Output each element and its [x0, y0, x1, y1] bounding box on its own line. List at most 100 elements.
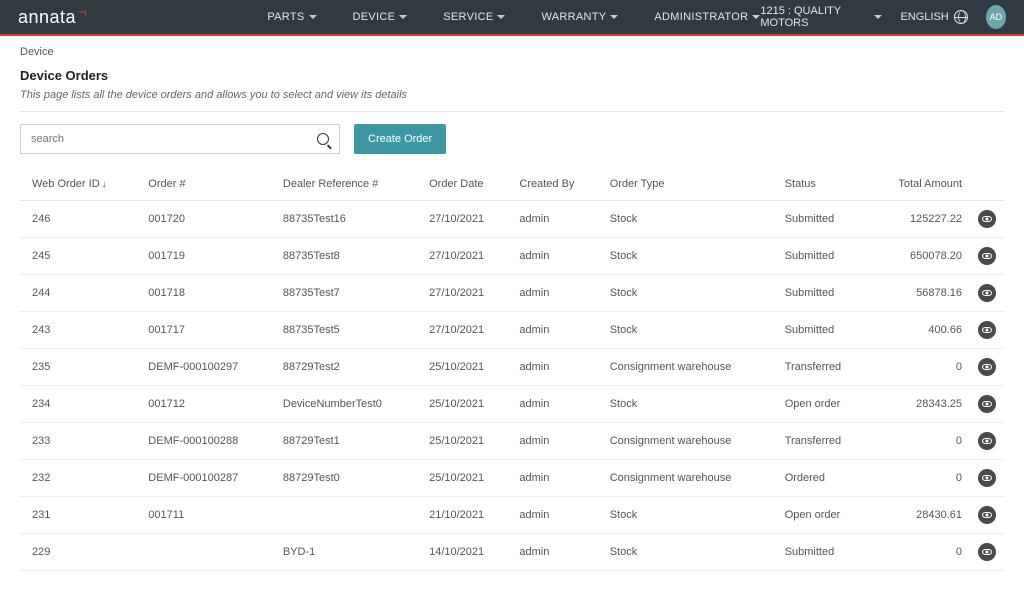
nav-item-parts[interactable]: PARTS — [267, 11, 316, 23]
view-icon[interactable] — [978, 358, 996, 376]
cell-created-by: admin — [511, 386, 601, 423]
view-icon[interactable] — [978, 247, 996, 265]
cell-status: Open order — [777, 386, 869, 423]
view-icon[interactable] — [978, 395, 996, 413]
table-row[interactable]: 235DEMF-00010029788729Test225/10/2021adm… — [20, 349, 1004, 386]
breadcrumb: Device — [0, 34, 1024, 68]
cell-status: Open order — [777, 497, 869, 534]
cell-web-order-id: 234 — [20, 386, 140, 423]
cell-total: 0 — [869, 534, 970, 571]
cell-order-date: 25/10/2021 — [421, 423, 511, 460]
cell-total: 28430.61 — [869, 497, 970, 534]
cell-order-date: 27/10/2021 — [421, 312, 511, 349]
nav-item-service[interactable]: SERVICE — [443, 11, 505, 23]
cell-total: 0 — [869, 349, 970, 386]
nav-item-device[interactable]: DEVICE — [353, 11, 408, 23]
cell-order-type: Stock — [602, 386, 777, 423]
avatar[interactable]: AD — [986, 5, 1006, 29]
chevron-down-icon — [610, 15, 618, 19]
search-input[interactable] — [31, 133, 317, 145]
page-subtitle: This page lists all the device orders an… — [20, 89, 1004, 101]
table-row[interactable]: 234001712DeviceNumberTest025/10/2021admi… — [20, 386, 1004, 423]
cell-dealer-ref: 88729Test2 — [275, 349, 421, 386]
cell-web-order-id: 244 — [20, 275, 140, 312]
cell-dealer-ref — [275, 497, 421, 534]
chevron-down-icon — [874, 15, 882, 19]
cell-web-order-id: 246 — [20, 201, 140, 238]
table-row[interactable]: 24600172088735Test1627/10/2021adminStock… — [20, 201, 1004, 238]
cell-created-by: admin — [511, 423, 601, 460]
cell-order-no: 001711 — [140, 497, 275, 534]
cell-total: 28343.25 — [869, 386, 970, 423]
cell-order-no: DEMF-000100288 — [140, 423, 275, 460]
cell-dealer-ref: DeviceNumberTest0 — [275, 386, 421, 423]
table-row[interactable]: 229BYD-114/10/2021adminStockSubmitted0 — [20, 534, 1004, 571]
cell-order-type: Stock — [602, 238, 777, 275]
sort-down-icon: ↓ — [102, 179, 107, 190]
cell-order-date: 27/10/2021 — [421, 275, 511, 312]
view-icon[interactable] — [978, 469, 996, 487]
cell-order-no: DEMF-000100287 — [140, 460, 275, 497]
cell-created-by: admin — [511, 238, 601, 275]
table-row[interactable]: 24400171888735Test727/10/2021adminStockS… — [20, 275, 1004, 312]
cell-total: 400.66 — [869, 312, 970, 349]
cell-status: Submitted — [777, 201, 869, 238]
chevron-down-icon — [497, 15, 505, 19]
cell-order-type: Stock — [602, 201, 777, 238]
col-total[interactable]: Total Amount — [869, 168, 970, 201]
cell-web-order-id: 233 — [20, 423, 140, 460]
cell-web-order-id: 231 — [20, 497, 140, 534]
cell-order-no: 001718 — [140, 275, 275, 312]
cell-dealer-ref: 88729Test0 — [275, 460, 421, 497]
table-row[interactable]: 233DEMF-00010028888729Test125/10/2021adm… — [20, 423, 1004, 460]
cell-created-by: admin — [511, 312, 601, 349]
table-row[interactable]: 24300171788735Test527/10/2021adminStockS… — [20, 312, 1004, 349]
view-icon[interactable] — [978, 432, 996, 450]
nav-item-warranty[interactable]: WARRANTY — [541, 11, 618, 23]
view-icon[interactable] — [978, 321, 996, 339]
logo[interactable]: annata¬ — [18, 7, 87, 28]
view-icon[interactable] — [978, 543, 996, 561]
search-icon[interactable] — [317, 133, 329, 145]
cell-dealer-ref: 88735Test7 — [275, 275, 421, 312]
chevron-down-icon — [309, 15, 317, 19]
page-title: Device Orders — [20, 68, 1004, 83]
cell-created-by: admin — [511, 349, 601, 386]
cell-order-date: 25/10/2021 — [421, 460, 511, 497]
table-row[interactable]: 232DEMF-00010028788729Test025/10/2021adm… — [20, 460, 1004, 497]
cell-status: Submitted — [777, 275, 869, 312]
col-order-date[interactable]: Order Date — [421, 168, 511, 201]
col-order-type[interactable]: Order Type — [602, 168, 777, 201]
cell-total: 0 — [869, 460, 970, 497]
cell-order-type: Stock — [602, 275, 777, 312]
cell-order-no: 001720 — [140, 201, 275, 238]
dealer-selector[interactable]: 1215 : QUALITY MOTORS — [760, 5, 882, 29]
cell-status: Transferred — [777, 349, 869, 386]
view-icon[interactable] — [978, 210, 996, 228]
table-row[interactable]: 24500171988735Test827/10/2021adminStockS… — [20, 238, 1004, 275]
col-web-order-id[interactable]: Web Order ID↓ — [20, 168, 140, 201]
cell-dealer-ref: 88729Test1 — [275, 423, 421, 460]
create-order-button[interactable]: Create Order — [354, 124, 446, 154]
chevron-down-icon — [399, 15, 407, 19]
cell-dealer-ref: 88735Test5 — [275, 312, 421, 349]
col-dealer-ref[interactable]: Dealer Reference # — [275, 168, 421, 201]
view-icon[interactable] — [978, 506, 996, 524]
nav-item-administrator[interactable]: ADMINISTRATOR — [654, 11, 760, 23]
toolbar: Create Order — [20, 124, 1004, 154]
logo-accent-icon: ¬ — [78, 4, 87, 21]
cell-order-date: 27/10/2021 — [421, 201, 511, 238]
search-box — [20, 124, 340, 154]
divider — [20, 111, 1004, 112]
view-icon[interactable] — [978, 284, 996, 302]
right-nav: 1215 : QUALITY MOTORS ENGLISH AD — [760, 5, 1006, 29]
cell-order-date: 25/10/2021 — [421, 349, 511, 386]
col-created-by[interactable]: Created By — [511, 168, 601, 201]
table-row[interactable]: 23100171121/10/2021adminStockOpen order2… — [20, 497, 1004, 534]
globe-icon — [954, 10, 968, 24]
col-actions — [970, 168, 1004, 201]
cell-total: 650078.20 — [869, 238, 970, 275]
language-selector[interactable]: ENGLISH — [900, 10, 967, 24]
col-order-no[interactable]: Order # — [140, 168, 275, 201]
col-status[interactable]: Status — [777, 168, 869, 201]
